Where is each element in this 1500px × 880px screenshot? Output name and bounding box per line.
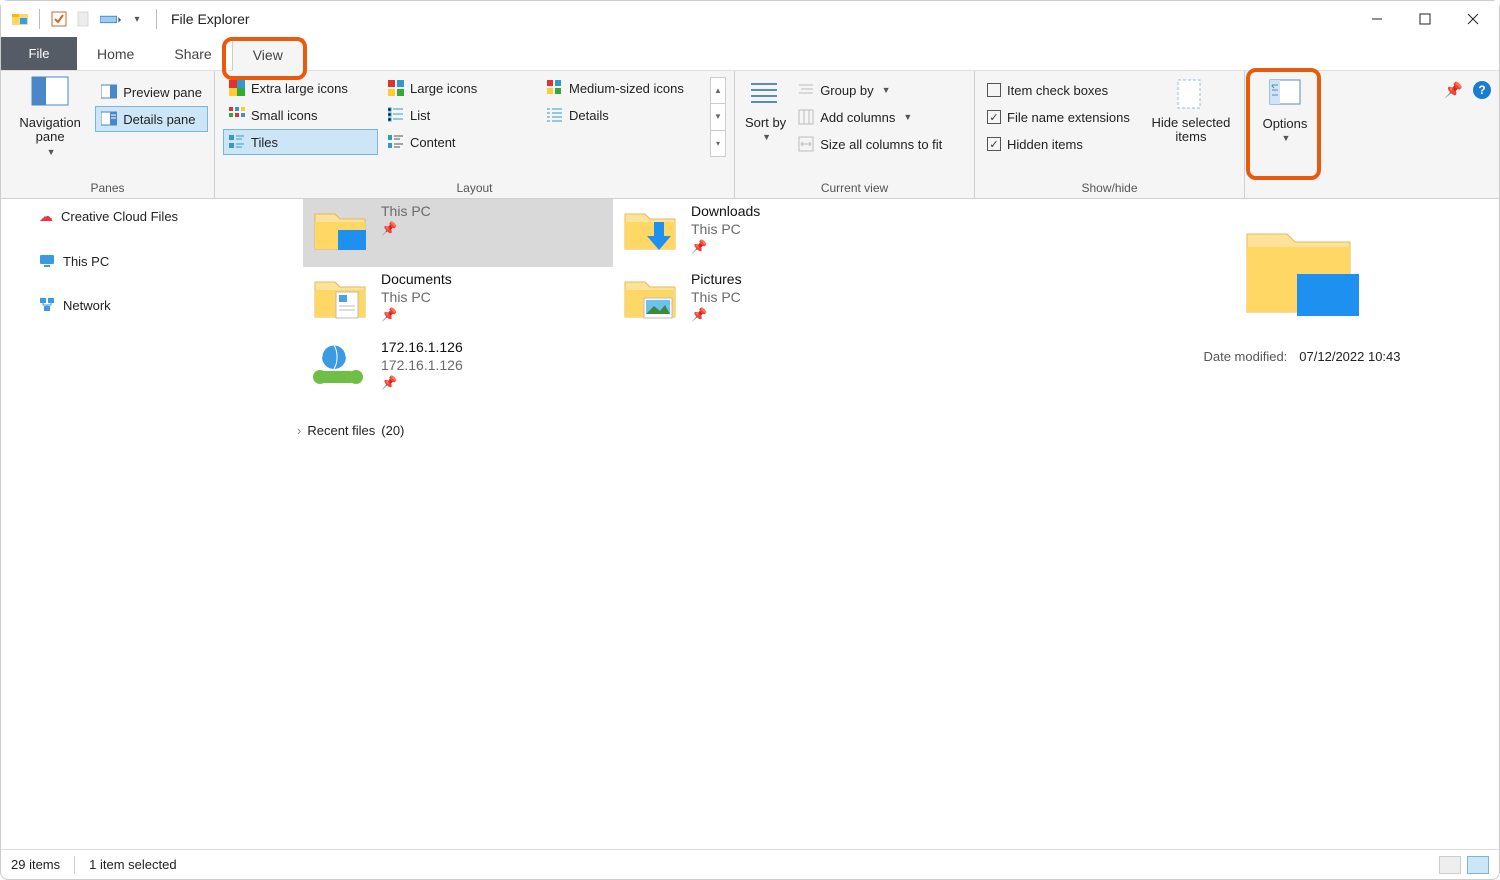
tile-desktop[interactable]: This PC 📌 [303, 199, 613, 267]
folder-icon [309, 339, 371, 393]
details-thumbnail [1129, 209, 1475, 339]
sort-by-button[interactable]: Sort by ▼ [741, 73, 790, 145]
tile-location: This PC [691, 289, 742, 305]
group-by-button[interactable]: Group by▼ [792, 77, 948, 103]
nav-network[interactable]: Network [37, 292, 281, 318]
help-icon[interactable]: ? [1473, 81, 1491, 99]
layout-gallery-scroll[interactable]: ▲▼▾ [710, 77, 726, 157]
hide-selected-label: Hide selected items [1148, 116, 1234, 145]
tab-view[interactable]: View [232, 38, 304, 71]
group-label-show-hide: Show/hide [981, 181, 1238, 198]
customize-icon[interactable] [100, 8, 122, 30]
tile-location: This PC [381, 203, 431, 219]
tile-documents[interactable]: Documents This PC 📌 [303, 267, 613, 335]
chevron-down-icon: ▼ [762, 132, 771, 142]
pc-icon [39, 253, 55, 269]
status-item-count: 29 items [11, 857, 60, 872]
pin-icon: 📌 [691, 307, 742, 323]
sort-by-label: Sort by [745, 116, 786, 130]
details-pane-button[interactable]: Details pane [95, 106, 208, 132]
pin-icon: 📌 [381, 375, 463, 391]
statusbar-tiles-view-button[interactable] [1467, 856, 1489, 874]
ribbon-view: Navigation pane ▼ Preview pane Details p… [1, 71, 1499, 199]
tab-share[interactable]: Share [154, 37, 231, 70]
tile-name: Documents [381, 271, 452, 287]
preview-pane-button[interactable]: Preview pane [95, 79, 208, 105]
tab-home[interactable]: Home [77, 37, 154, 70]
window-title: File Explorer [171, 11, 250, 27]
titlebar: ▾ File Explorer [1, 1, 1499, 37]
tile-172-16-1-126[interactable]: 172.16.1.126 172.16.1.126 📌 [303, 335, 613, 403]
tile-name: Pictures [691, 271, 742, 287]
item-check-boxes-toggle[interactable]: Item check boxes [981, 77, 1136, 103]
pin-ribbon-icon[interactable]: 📌 [1444, 81, 1463, 99]
maximize-button[interactable] [1401, 1, 1449, 37]
folder-icon [309, 203, 371, 257]
group-label-panes: Panes [7, 181, 208, 198]
layout-small-icons[interactable]: Small icons [223, 102, 378, 128]
pin-icon: 📌 [381, 221, 431, 237]
file-list[interactable]: This PC 📌 Downloads This PC 📌 Documents … [291, 199, 1119, 849]
details-pane-view: Date modified: 07/12/2022 10:43 [1119, 199, 1499, 849]
date-modified-label: Date modified: [1203, 349, 1287, 364]
group-label-layout: Layout [221, 181, 728, 198]
date-modified-value: 07/12/2022 10:43 [1299, 349, 1400, 364]
main-area: ☁︎Creative Cloud Files This PC Network T… [1, 199, 1499, 849]
chevron-down-icon: ▼ [47, 147, 56, 157]
chevron-right-icon: › [297, 423, 301, 438]
tile-name: 172.16.1.126 [381, 339, 463, 355]
folder-icon [309, 271, 371, 325]
quick-access-toolbar: ▾ [3, 8, 161, 30]
size-all-columns-button[interactable]: Size all columns to fit [792, 131, 948, 157]
file-name-extensions-toggle[interactable]: File name extensions [981, 104, 1136, 130]
layout-content[interactable]: Content [382, 129, 537, 155]
tile-name: Downloads [691, 203, 760, 219]
navigation-pane-label: Navigation pane [11, 116, 89, 145]
pin-icon: 📌 [381, 307, 452, 323]
tile-pictures[interactable]: Pictures This PC 📌 [613, 267, 923, 335]
new-folder-icon[interactable] [74, 8, 96, 30]
chevron-down-icon: ▼ [1282, 133, 1291, 143]
pin-icon: 📌 [691, 239, 760, 255]
qat-dropdown-icon[interactable]: ▾ [126, 8, 148, 30]
tile-location: 172.16.1.126 [381, 357, 463, 373]
tile-location: This PC [691, 221, 760, 237]
tab-file[interactable]: File [1, 37, 77, 70]
separator [39, 9, 40, 29]
separator [156, 9, 157, 29]
tile-downloads[interactable]: Downloads This PC 📌 [613, 199, 923, 267]
statusbar-details-view-button[interactable] [1439, 856, 1461, 874]
cloud-icon: ☁︎ [39, 208, 53, 225]
close-button[interactable] [1449, 1, 1497, 37]
minimize-button[interactable] [1353, 1, 1401, 37]
hidden-items-toggle[interactable]: Hidden items [981, 131, 1136, 157]
properties-icon[interactable] [48, 8, 70, 30]
add-columns-button[interactable]: Add columns▼ [792, 104, 948, 130]
navigation-tree: ☁︎Creative Cloud Files This PC Network [1, 199, 291, 849]
group-label-current-view: Current view [741, 181, 968, 198]
explorer-icon[interactable] [9, 8, 31, 30]
recent-files-header[interactable]: › Recent files (20) [297, 423, 1119, 438]
network-icon [39, 297, 55, 313]
status-bar: 29 items 1 item selected [1, 849, 1499, 879]
folder-icon [619, 203, 681, 257]
status-selected-count: 1 item selected [89, 857, 176, 872]
nav-this-pc[interactable]: This PC [37, 248, 281, 274]
hide-selected-items-button[interactable]: Hide selected items [1144, 73, 1238, 148]
layout-tiles[interactable]: Tiles [223, 129, 378, 155]
options-button[interactable]: Options ▼ [1259, 73, 1312, 146]
layout-medium-icons[interactable]: Medium-sized icons [541, 75, 706, 101]
tile-location: This PC [381, 289, 452, 305]
options-label: Options [1263, 116, 1308, 131]
layout-extra-large-icons[interactable]: Extra large icons [223, 75, 378, 101]
layout-large-icons[interactable]: Large icons [382, 75, 537, 101]
nav-creative-cloud[interactable]: ☁︎Creative Cloud Files [37, 203, 281, 230]
layout-list[interactable]: List [382, 102, 537, 128]
folder-icon [619, 271, 681, 325]
ribbon-tabs: File Home Share View 📌 ? [1, 37, 1499, 71]
navigation-pane-button[interactable]: Navigation pane ▼ [7, 73, 93, 160]
layout-details[interactable]: Details [541, 102, 706, 128]
